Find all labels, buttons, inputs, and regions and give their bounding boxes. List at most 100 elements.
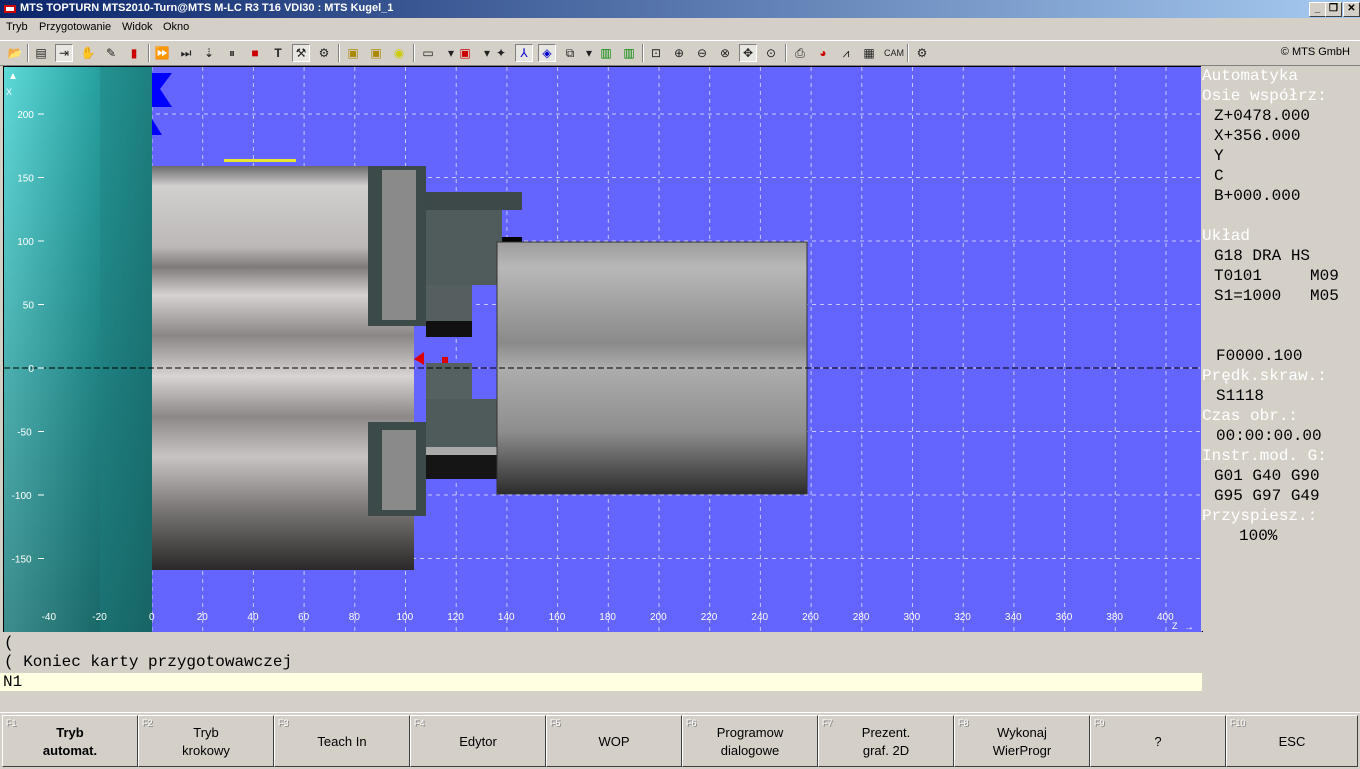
- f2-tryb-krokowy-button[interactable]: F2 Tryb krokowy: [138, 715, 274, 767]
- x-tick-label: 240: [751, 612, 768, 623]
- y-tick-label: 150: [17, 174, 34, 185]
- accel-value: 100%: [1239, 527, 1278, 545]
- machine-1-icon[interactable]: ▣: [344, 44, 362, 62]
- tool-turret-neck: [426, 285, 472, 321]
- minimize-button[interactable]: _: [1309, 2, 1326, 17]
- f6-programow-dialogowe-button[interactable]: F6 Programow dialogowe: [682, 715, 818, 767]
- program-line-2: ( Koniec karty przygotowawczej: [4, 653, 293, 671]
- zoom-window-icon[interactable]: ⊡: [647, 44, 665, 62]
- machine-3-icon[interactable]: ◉: [390, 44, 408, 62]
- pan-icon[interactable]: ✥: [739, 44, 757, 62]
- report-icon[interactable]: ▦: [860, 44, 878, 62]
- x-tick-label: 300: [904, 612, 921, 623]
- axes-icon[interactable]: ⅄: [515, 44, 533, 62]
- box-icon[interactable]: ▣: [456, 44, 474, 62]
- stop-icon[interactable]: ■: [246, 44, 264, 62]
- restore-button[interactable]: ❐: [1325, 2, 1342, 17]
- menu-okno[interactable]: Okno: [163, 21, 189, 33]
- jog-icon[interactable]: ⇣: [200, 44, 218, 62]
- f3-button-label: Teach In: [317, 734, 367, 749]
- tool-icon[interactable]: ⚙: [315, 44, 333, 62]
- x-tick-label: 0: [149, 612, 155, 623]
- bar-chart-icon[interactable]: ▥: [597, 44, 615, 62]
- play-icon[interactable]: ⏭: [177, 44, 195, 62]
- z-axis-label: Z: [1172, 621, 1178, 631]
- zoom-reset-icon[interactable]: ⊙: [762, 44, 780, 62]
- view-3d-icon[interactable]: ⧉: [561, 44, 579, 62]
- zoom-in-icon[interactable]: ⊕: [670, 44, 688, 62]
- close-button[interactable]: ✕: [1343, 2, 1360, 17]
- pause-icon[interactable]: ⏸: [223, 44, 241, 62]
- accel-label: Przyspiesz.:: [1202, 507, 1318, 525]
- cam-icon[interactable]: CAM: [883, 44, 905, 62]
- uklad-label: Układ: [1202, 227, 1251, 245]
- zoom-out-icon[interactable]: ⊖: [693, 44, 711, 62]
- f5-wop-button[interactable]: F5 WOP: [546, 715, 682, 767]
- x-tick-label: 220: [701, 612, 718, 623]
- mode-label: Automatyka: [1202, 67, 1299, 85]
- f10-esc-button[interactable]: F10 ESC: [1226, 715, 1358, 767]
- settings-icon[interactable]: ⚙: [913, 44, 931, 62]
- f1-tryb-automat-button[interactable]: F1 Tryb automat.: [2, 715, 138, 767]
- brush-icon[interactable]: ✎: [102, 44, 120, 62]
- y-tick-label: 0: [28, 364, 34, 375]
- f5-button-label: WOP: [598, 734, 630, 749]
- f9-help-button[interactable]: F9 ?: [1090, 715, 1226, 767]
- f8-button-label: Wykonaj WierProgr: [992, 725, 1052, 758]
- step-icon[interactable]: ⇥: [55, 44, 73, 62]
- gmod-label: Instr.mod. G:: [1202, 447, 1327, 465]
- print-icon[interactable]: ⎙: [791, 44, 809, 62]
- x-tick-label: 280: [853, 612, 870, 623]
- x-axis-label: X: [6, 87, 12, 97]
- hand-icon[interactable]: ✋: [79, 44, 97, 62]
- text-tool-icon[interactable]: T: [269, 44, 287, 62]
- menu-widok[interactable]: Widok: [122, 21, 153, 33]
- fast-forward-icon[interactable]: ⏩: [153, 44, 171, 62]
- zoom-fit-icon[interactable]: ⊗: [716, 44, 734, 62]
- b-coordinate: B+000.000: [1214, 187, 1301, 205]
- menu-przygotowanie[interactable]: Przygotowanie: [39, 21, 111, 33]
- x-tick-label: 120: [447, 612, 464, 623]
- x-tick-label: 340: [1005, 612, 1022, 623]
- y-tick-label: -100: [12, 491, 32, 502]
- f7-prezent-graf-2d-button[interactable]: F7 Prezent. graf. 2D: [818, 715, 954, 767]
- time-value: 00:00:00.00: [1216, 427, 1322, 445]
- current-block: N1: [3, 673, 23, 691]
- y-tick-label: -150: [12, 555, 32, 566]
- open-icon[interactable]: 📂: [6, 44, 24, 62]
- window-icon[interactable]: ▭: [419, 44, 437, 62]
- list-icon[interactable]: ▤: [32, 44, 50, 62]
- feed-value: F0000.100: [1216, 347, 1303, 365]
- machine-2-icon[interactable]: ▣: [367, 44, 385, 62]
- x-tick-label: 60: [298, 612, 310, 623]
- x-tick-label: 260: [802, 612, 819, 623]
- pen-icon[interactable]: ▮: [125, 44, 143, 62]
- plane-code: G18 DRA HS: [1214, 247, 1311, 265]
- wizard-icon[interactable]: ✦: [492, 44, 510, 62]
- simulation-view[interactable]: -40 -20 0 20 40 60 80 100 120 140 160 180 200 220 240 2…: [3, 66, 1203, 633]
- f8-wykonaj-wierprogr-button[interactable]: F8 Wykonaj WierProgr: [954, 715, 1090, 767]
- stock-marker: [224, 159, 296, 162]
- function-key-bar: F1 Tryb automat. F2 Tryb krokowy F3 Teac…: [0, 712, 1360, 769]
- pie-chart-icon[interactable]: ◕: [814, 44, 832, 62]
- tool-change-icon[interactable]: ⚒: [292, 44, 310, 62]
- bar-chart-2-icon[interactable]: ▥: [620, 44, 638, 62]
- f4-edytor-button[interactable]: F4 Edytor: [410, 715, 546, 767]
- tool-holder-face: [382, 170, 416, 320]
- f3-teach-in-button[interactable]: F3 Teach In: [274, 715, 410, 767]
- chevron-down-icon-3[interactable]: ▾: [580, 44, 598, 62]
- chart-icon[interactable]: ⩘: [837, 44, 855, 62]
- current-block-line[interactable]: N1: [0, 673, 1202, 691]
- y-tick-label: -50: [17, 428, 32, 439]
- cube-icon[interactable]: ◈: [538, 44, 556, 62]
- spindle-code: S1=1000 M05: [1214, 287, 1339, 305]
- x-tick-label: 140: [498, 612, 515, 623]
- f4-button-label: Edytor: [459, 734, 497, 749]
- f10-button-label: ESC: [1278, 734, 1306, 749]
- x-tick-label: 200: [650, 612, 667, 623]
- f2-button-label: Tryb krokowy: [182, 725, 230, 758]
- c-coordinate: C: [1214, 167, 1224, 185]
- x-tick-label: -40: [42, 612, 57, 623]
- x-tick-label: 180: [599, 612, 616, 623]
- menu-tryb[interactable]: Tryb: [6, 21, 28, 33]
